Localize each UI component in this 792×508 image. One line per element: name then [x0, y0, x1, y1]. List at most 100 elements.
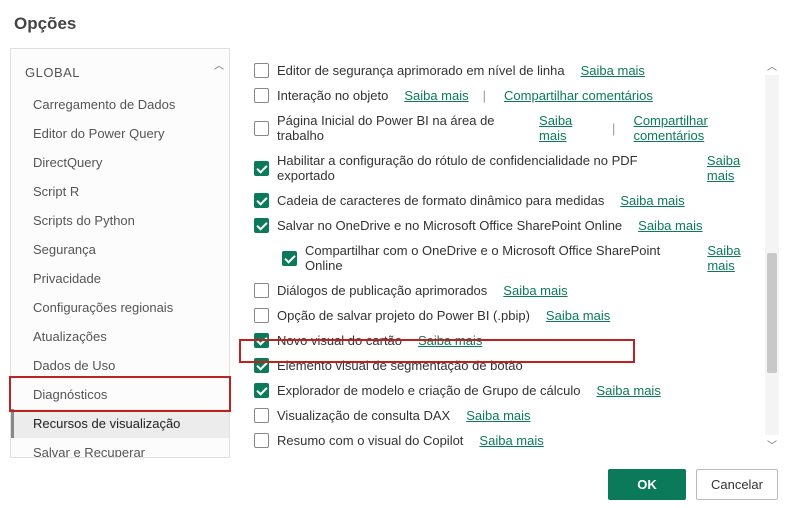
sidebar-item-label: Segurança	[33, 242, 96, 257]
share-comments-link[interactable]: Compartilhar comentários	[633, 113, 770, 143]
sidebar-item-label: Carregamento de Dados	[33, 97, 175, 112]
ok-button[interactable]: OK	[608, 469, 686, 500]
option-row: Melhorar as Perguntas e Respostas com o …	[254, 453, 770, 458]
checkbox[interactable]	[254, 88, 269, 103]
dialog-title: Opções	[0, 0, 792, 46]
option-row: Interação no objeto Saiba mais | Compart…	[254, 83, 770, 108]
learn-more-link[interactable]: Saiba mais	[404, 88, 468, 103]
checkbox[interactable]	[254, 218, 269, 233]
option-label: Visualização de consulta DAX	[277, 408, 450, 423]
sidebar-item-label: Editor do Power Query	[33, 126, 165, 141]
option-row: Salvar no OneDrive e no Microsoft Office…	[254, 213, 770, 238]
sidebar-item-privacy[interactable]: Privacidade	[11, 264, 229, 293]
scroll-up-icon[interactable]: ︿	[214, 57, 224, 72]
checkbox[interactable]	[254, 283, 269, 298]
learn-more-link[interactable]: Saiba mais	[620, 193, 684, 208]
checkbox[interactable]	[254, 333, 269, 348]
learn-more-link[interactable]: Saiba mais	[546, 308, 610, 323]
option-row: Habilitar a configuração do rótulo de co…	[254, 148, 770, 188]
sidebar-item-security[interactable]: Segurança	[11, 235, 229, 264]
scroll-up-icon[interactable]: ︿	[767, 56, 777, 75]
sidebar-item-usage-data[interactable]: Dados de Uso	[11, 351, 229, 380]
option-row: Novo visual do cartão Saiba mais	[254, 328, 770, 353]
option-label: Página Inicial do Power BI na área de tr…	[277, 113, 523, 143]
learn-more-link[interactable]: Saiba mais	[638, 218, 702, 233]
learn-more-link[interactable]: Saiba mais	[503, 283, 567, 298]
option-label: Elemento visual de segmentação de botão	[277, 358, 523, 373]
checkbox[interactable]	[254, 193, 269, 208]
option-row: Cadeia de caracteres de formato dinâmico…	[254, 188, 770, 213]
checkbox[interactable]	[254, 161, 269, 176]
sidebar-item-label: Atualizações	[33, 329, 107, 344]
learn-more-link[interactable]: Saiba mais	[418, 333, 482, 348]
option-label: Diálogos de publicação aprimorados	[277, 283, 487, 298]
sidebar-item-label: Configurações regionais	[33, 300, 173, 315]
option-row: Página Inicial do Power BI na área de tr…	[254, 108, 770, 148]
learn-more-link[interactable]: Saiba mais	[707, 243, 770, 273]
option-label: Novo visual do cartão	[277, 333, 402, 348]
share-comments-link[interactable]: Compartilhar comentários	[504, 88, 653, 103]
option-label: Explorador de modelo e criação de Grupo …	[277, 383, 581, 398]
sidebar-scrollbar[interactable]: ︿	[211, 57, 227, 72]
sidebar: GLOBAL Carregamento de Dados Editor do P…	[10, 48, 230, 458]
sidebar-item-updates[interactable]: Atualizações	[11, 322, 229, 351]
learn-more-link[interactable]: Saiba mais	[597, 383, 661, 398]
sidebar-item-label: Recursos de visualização	[33, 416, 180, 431]
dialog-footer: OK Cancelar	[608, 469, 778, 500]
option-row: Compartilhar com o OneDrive e o Microsof…	[254, 238, 770, 278]
option-label: Salvar no OneDrive e no Microsoft Office…	[277, 218, 622, 233]
sidebar-item-directquery[interactable]: DirectQuery	[11, 148, 229, 177]
sidebar-item-label: DirectQuery	[33, 155, 102, 170]
content-scrollbar[interactable]: ︿ ﹀	[764, 56, 780, 454]
checkbox[interactable]	[254, 408, 269, 423]
option-label: Editor de segurança aprimorado em nível …	[277, 63, 565, 78]
option-row: Opção de salvar projeto do Power BI (.pb…	[254, 303, 770, 328]
sidebar-item-regional[interactable]: Configurações regionais	[11, 293, 229, 322]
scroll-thumb[interactable]	[767, 253, 777, 373]
option-row: Explorador de modelo e criação de Grupo …	[254, 378, 770, 403]
sidebar-item-label: Script R	[33, 184, 79, 199]
main-area: GLOBAL Carregamento de Dados Editor do P…	[10, 48, 782, 458]
sidebar-item-data-load[interactable]: Carregamento de Dados	[11, 90, 229, 119]
checkbox[interactable]	[254, 308, 269, 323]
checkbox[interactable]	[282, 251, 297, 266]
sidebar-item-label: Scripts do Python	[33, 213, 135, 228]
learn-more-link[interactable]: Saiba mais	[466, 408, 530, 423]
checkbox[interactable]	[254, 121, 269, 136]
sidebar-item-r-script[interactable]: Script R	[11, 177, 229, 206]
sidebar-item-preview-features[interactable]: Recursos de visualização	[11, 409, 229, 438]
learn-more-link[interactable]: Saiba mais	[707, 153, 770, 183]
option-row: Resumo com o visual do Copilot Saiba mai…	[254, 428, 770, 453]
checkbox[interactable]	[254, 358, 269, 373]
link-separator: |	[612, 121, 615, 136]
checkbox[interactable]	[254, 383, 269, 398]
option-label: Interação no objeto	[277, 88, 388, 103]
option-label: Cadeia de caracteres de formato dinâmico…	[277, 193, 604, 208]
sidebar-item-label: Salvar e Recuperar	[33, 445, 145, 458]
checkbox[interactable]	[254, 433, 269, 448]
sidebar-item-label: Dados de Uso	[33, 358, 115, 373]
options-content: Editor de segurança aprimorado em nível …	[230, 48, 782, 458]
scroll-down-icon[interactable]: ﹀	[767, 435, 777, 454]
checkbox[interactable]	[254, 63, 269, 78]
learn-more-link[interactable]: Saiba mais	[479, 433, 543, 448]
option-row: Visualização de consulta DAX Saiba mais	[254, 403, 770, 428]
scroll-track[interactable]	[765, 75, 779, 435]
cancel-button[interactable]: Cancelar	[696, 469, 778, 500]
option-row: Elemento visual de segmentação de botão	[254, 353, 770, 378]
option-label: Opção de salvar projeto do Power BI (.pb…	[277, 308, 530, 323]
learn-more-link[interactable]: Saiba mais	[539, 113, 598, 143]
sidebar-item-save-recover[interactable]: Salvar e Recuperar	[11, 438, 229, 458]
learn-more-link[interactable]: Saiba mais	[581, 63, 645, 78]
sidebar-item-python-scripts[interactable]: Scripts do Python	[11, 206, 229, 235]
sidebar-item-power-query[interactable]: Editor do Power Query	[11, 119, 229, 148]
link-separator: |	[483, 88, 486, 103]
sidebar-section-header: GLOBAL	[11, 59, 229, 90]
sidebar-item-label: Diagnósticos	[33, 387, 107, 402]
option-label: Resumo com o visual do Copilot	[277, 433, 463, 448]
sidebar-item-diagnostics[interactable]: Diagnósticos	[11, 380, 229, 409]
sidebar-item-label: Privacidade	[33, 271, 101, 286]
option-row: Editor de segurança aprimorado em nível …	[254, 58, 770, 83]
option-label: Compartilhar com o OneDrive e o Microsof…	[305, 243, 691, 273]
option-row: Diálogos de publicação aprimorados Saiba…	[254, 278, 770, 303]
